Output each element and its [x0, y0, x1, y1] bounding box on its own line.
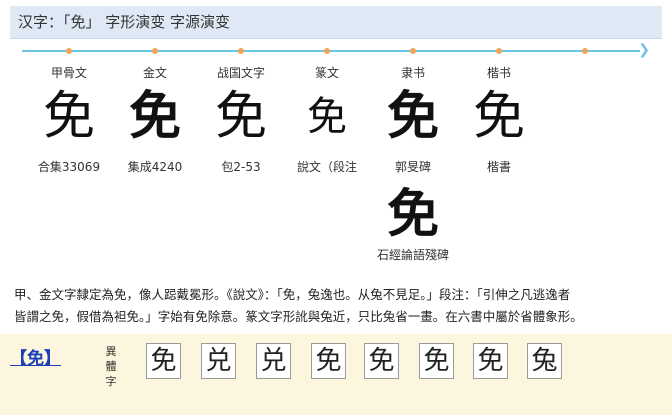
- glyph-warring-states: 免: [214, 87, 267, 147]
- glyph-clerical-extra: 免: [386, 184, 439, 245]
- glyph-oracle-bone: 免: [42, 87, 95, 147]
- era-label: 金文: [142, 66, 167, 80]
- source-label: 說文（段注: [296, 160, 357, 174]
- variant-char[interactable]: 兑: [201, 343, 236, 379]
- panel-title: 汉字：「免」 字形演变 字源演变: [10, 6, 662, 39]
- timeline: ❯: [22, 42, 650, 58]
- source-label: 郭旻碑: [394, 160, 431, 174]
- variant-bar: 【免】 異體字 免 兑 兑 免 免 免 免 兔: [0, 334, 672, 415]
- source-label-extra: 石經論語殘碑: [376, 248, 449, 262]
- timeline-dot: [152, 48, 158, 54]
- variant-char[interactable]: 免: [473, 343, 508, 379]
- glyph-seal: 免: [307, 94, 347, 140]
- source-label: 包2-53: [221, 160, 261, 174]
- character-link[interactable]: 【免】: [10, 344, 61, 369]
- glyph-bronze: 免: [128, 86, 181, 147]
- description: 甲、金文字隸定為免，像人跽戴冕形。《說文》：「免，兔逸也。从兔不見足。」段注：「…: [14, 284, 650, 328]
- timeline-dot: [238, 48, 244, 54]
- timeline-arrow-icon: ❯: [638, 42, 650, 58]
- variant-char[interactable]: 免: [311, 343, 346, 379]
- description-line: 皆謂之免，假借為袒免。」字始有免除意。篆文字形訛與兔近，只比兔省一畫。在六書中屬…: [14, 309, 583, 324]
- timeline-dot: [582, 48, 588, 54]
- evolution-panel: 汉字：「免」 字形演变 字源演变 ❯ 甲骨文 免 合集33069 金文 免 集成…: [10, 6, 662, 331]
- variant-label: 異體字: [105, 345, 117, 388]
- timeline-dot: [66, 48, 72, 54]
- glyph-regular: 免: [472, 87, 525, 147]
- description-line: 甲、金文字隸定為免，像人跽戴冕形。《說文》：「免，兔逸也。从兔不見足。」段注：「…: [14, 287, 571, 302]
- timeline-dot: [324, 48, 330, 54]
- timeline-dot: [410, 48, 416, 54]
- source-label: 楷書: [486, 160, 511, 174]
- variant-char[interactable]: 免: [146, 343, 181, 379]
- timeline-line: [22, 50, 640, 52]
- era-label: 楷书: [486, 66, 511, 80]
- era-label: 甲骨文: [50, 66, 87, 80]
- variant-char[interactable]: 兑: [256, 343, 291, 379]
- era-label: 战国文字: [216, 66, 265, 80]
- variant-char[interactable]: 免: [364, 343, 399, 379]
- era-label: 篆文: [314, 66, 339, 80]
- timeline-dot: [496, 48, 502, 54]
- era-label: 隶书: [400, 66, 425, 80]
- glyph-clerical: 免: [386, 86, 439, 147]
- variant-char[interactable]: 兔: [527, 343, 562, 379]
- source-label: 合集33069: [37, 160, 101, 174]
- source-label: 集成4240: [127, 160, 183, 174]
- variant-char[interactable]: 免: [419, 343, 454, 379]
